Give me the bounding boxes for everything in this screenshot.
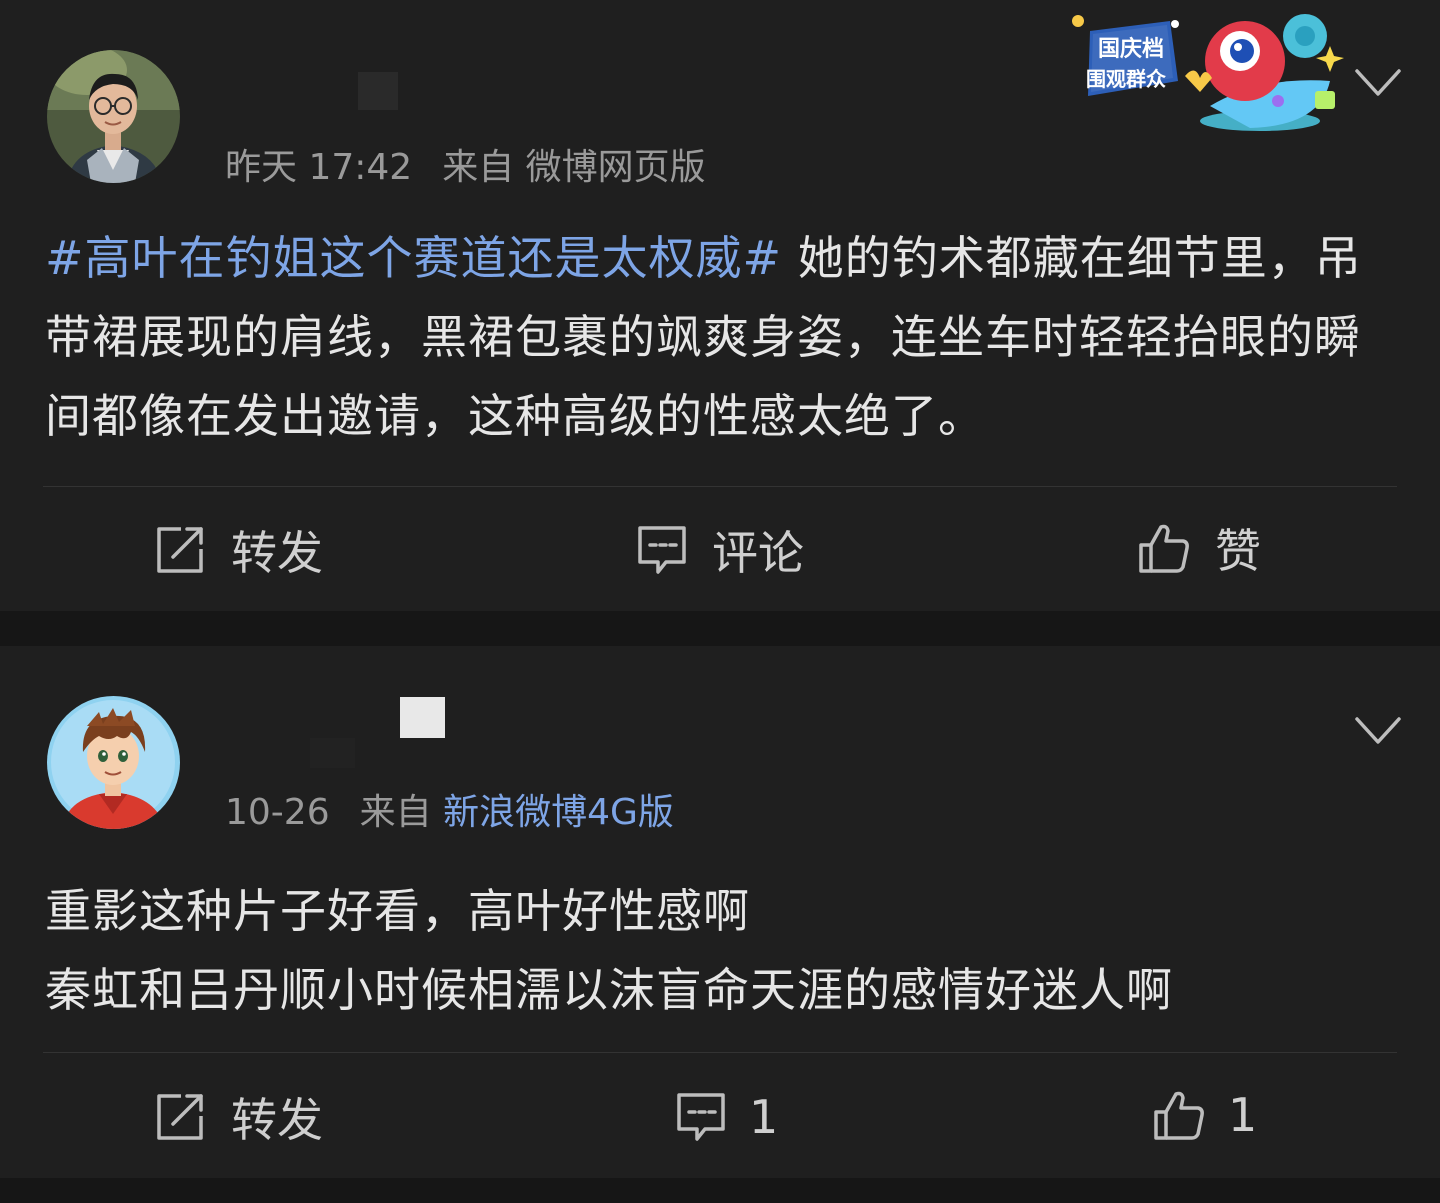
post-body-line: 重影这种片子好看，高叶好性感啊	[45, 884, 750, 938]
repost-label: 转发	[231, 526, 323, 580]
post-time: 10-26	[225, 792, 330, 833]
like-label: 赞	[1215, 524, 1261, 578]
hashtag-link[interactable]: #高叶在钓姐这个赛道还是太权威#	[45, 231, 782, 285]
chevron-down-icon[interactable]	[1354, 68, 1402, 98]
post-text: 重影这种片子好看，高叶好性感啊 秦虹和吕丹顺小时候相濡以沫盲命天涯的感情好迷人啊	[45, 872, 1400, 1030]
repost-label: 转发	[231, 1093, 323, 1147]
like-button[interactable]: 1	[1152, 1085, 1257, 1145]
username-mask	[358, 72, 398, 110]
weibo-post-card: 昨天 17:42 来自 微博网页版 国庆档 围观群众 #高叶在钓姐这个赛道还是太…	[0, 0, 1440, 611]
divider	[43, 1052, 1397, 1053]
post-meta: 10-26 来自 新浪微博4G版	[225, 792, 674, 834]
repost-button[interactable]: 转发	[155, 520, 323, 580]
source-prefix: 来自	[359, 792, 432, 833]
badge-line1: 国庆档	[1098, 36, 1164, 62]
comment-label: 评论	[712, 526, 804, 580]
post-body-line: 秦虹和吕丹顺小时候相濡以沫盲命天涯的感情好迷人啊	[45, 963, 1173, 1017]
weibo-post-card: 10-26 来自 新浪微博4G版 重影这种片子好看，高叶好性感啊 秦虹和吕丹顺小时…	[0, 646, 1440, 1178]
username-mask	[400, 697, 445, 738]
avatar[interactable]	[47, 696, 180, 829]
repost-icon	[157, 527, 203, 573]
repost-icon	[157, 1094, 203, 1140]
avatar[interactable]	[47, 50, 180, 183]
post-text: #高叶在钓姐这个赛道还是太权威# 她的钓术都藏在细节里，吊带裙展现的肩线，黑裙包…	[45, 219, 1400, 456]
repost-button[interactable]: 转发	[155, 1087, 323, 1147]
badge-line2: 围观群众	[1086, 67, 1166, 91]
comment-button[interactable]: 1	[675, 1087, 778, 1147]
post-meta: 昨天 17:42 来自 微博网页版	[225, 147, 706, 189]
source-prefix: 来自	[442, 147, 515, 188]
feed: 昨天 17:42 来自 微博网页版 国庆档 围观群众 #高叶在钓姐这个赛道还是太…	[0, 0, 1440, 1203]
thumbs-up-icon	[1154, 1091, 1204, 1140]
national-day-badge[interactable]: 国庆档 围观群众	[1060, 6, 1350, 136]
like-count: 1	[1228, 1088, 1258, 1142]
post-source-link[interactable]: 新浪微博4G版	[443, 792, 674, 833]
username-mask	[228, 70, 356, 114]
comment-button[interactable]: 评论	[636, 520, 804, 580]
post-source: 微博网页版	[525, 147, 706, 188]
username-mask	[310, 738, 355, 768]
like-button[interactable]: 赞	[1137, 518, 1261, 578]
comment-count: 1	[749, 1090, 779, 1144]
comment-icon	[677, 1093, 725, 1141]
post-time: 昨天 17:42	[225, 147, 413, 188]
comment-icon	[638, 526, 686, 574]
divider	[43, 486, 1397, 487]
chevron-down-icon[interactable]	[1354, 716, 1402, 746]
thumbs-up-icon	[1139, 524, 1189, 573]
